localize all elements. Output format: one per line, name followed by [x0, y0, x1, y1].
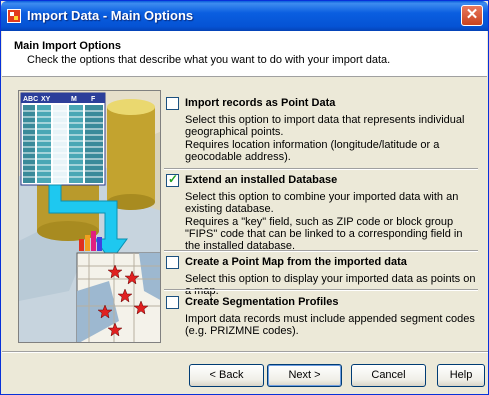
help-button[interactable]: Help	[437, 364, 485, 387]
header-subtitle: Check the options that describe what you…	[27, 54, 391, 66]
back-button[interactable]: < Back	[189, 364, 264, 387]
window-title: Import Data - Main Options	[27, 8, 194, 23]
table-header-f: F	[91, 96, 96, 103]
divider	[164, 289, 478, 291]
import-illustration: ABC XY M F	[18, 90, 161, 343]
option-point-data-desc-2: Requires location information (longitude…	[185, 139, 440, 163]
header-title: Main Import Options	[14, 40, 121, 52]
title-bar[interactable]: Import Data - Main Options ✕	[1, 1, 488, 31]
illustration-graphic: ABC XY M F	[19, 91, 160, 342]
option-extend-database-desc-2: Requires a "key" field, such as ZIP code…	[185, 216, 463, 252]
next-button[interactable]: Next >	[267, 364, 342, 387]
cancel-button[interactable]: Cancel	[351, 364, 426, 387]
close-icon: ✕	[465, 6, 479, 23]
option-point-map-title[interactable]: Create a Point Map from the imported dat…	[185, 256, 407, 268]
table-header-abc: ABC	[23, 96, 38, 103]
option-extend-database-desc-1: Select this option to combine your impor…	[185, 191, 459, 215]
table-header-m: M	[71, 96, 77, 103]
option-point-data-title[interactable]: Import records as Point Data	[185, 97, 335, 109]
checkbox-point-data[interactable]: ✓	[166, 97, 179, 110]
divider	[164, 250, 478, 252]
app-icon	[7, 9, 21, 23]
option-extend-database-title[interactable]: Extend an installed Database	[185, 174, 337, 186]
footer-divider	[2, 351, 488, 353]
option-point-map-desc-1: Select this option to display your impor…	[185, 273, 476, 297]
option-point-data-desc-1: Select this option to import data that r…	[185, 114, 465, 138]
checkbox-extend-database[interactable]: ✓	[166, 172, 179, 187]
option-segmentation-profiles-title[interactable]: Create Segmentation Profiles	[185, 296, 338, 308]
close-button[interactable]: ✕	[461, 5, 483, 26]
check-icon: ✓	[168, 172, 179, 186]
divider	[164, 168, 478, 170]
table-header-xy: XY	[41, 96, 51, 103]
import-data-dialog: Import Data - Main Options ✕ Main Import…	[0, 0, 489, 395]
option-segmentation-profiles-desc-1: Import data records must include appende…	[185, 313, 475, 337]
checkbox-segmentation-profiles[interactable]: ✓	[166, 296, 179, 309]
dialog-header: Main Import Options Check the options th…	[2, 31, 487, 77]
checkbox-point-map[interactable]: ✓	[166, 256, 179, 269]
